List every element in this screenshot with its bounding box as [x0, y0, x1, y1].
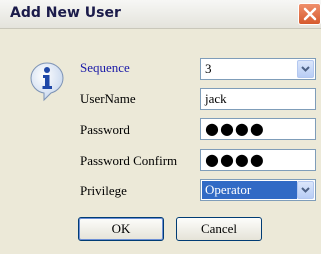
ok-button[interactable]: OK: [78, 217, 164, 241]
close-icon: [303, 7, 317, 21]
cancel-button[interactable]: Cancel: [176, 217, 262, 241]
sequence-label: Sequence: [80, 60, 130, 75]
privilege-dropdown-button[interactable]: [297, 181, 314, 199]
title-bar[interactable]: Add New User: [0, 0, 321, 29]
password-confirm-masked-value: ●●●●: [205, 150, 265, 169]
password-confirm-label: Password Confirm: [80, 153, 178, 168]
password-masked-value: ●●●●: [205, 119, 265, 138]
privilege-value: Operator: [202, 181, 297, 199]
sequence-select[interactable]: 3: [200, 58, 316, 80]
privilege-select[interactable]: Operator: [200, 179, 316, 201]
password-confirm-field[interactable]: ●●●●: [200, 149, 316, 171]
add-user-dialog: Add New User Sequence 3 UserName jack Pa…: [0, 0, 321, 254]
username-value: jack: [205, 91, 227, 106]
info-icon: [30, 62, 64, 107]
privilege-label: Privilege: [80, 183, 127, 198]
password-field[interactable]: ●●●●: [200, 118, 316, 140]
password-label: Password: [80, 122, 130, 137]
dialog-title: Add New User: [10, 5, 121, 21]
username-label: UserName: [80, 91, 136, 106]
username-field[interactable]: jack: [200, 88, 316, 110]
chevron-down-icon: [301, 187, 310, 193]
sequence-value: 3: [205, 61, 212, 76]
close-button[interactable]: [298, 3, 321, 25]
chevron-down-icon: [301, 66, 310, 72]
sequence-dropdown-button[interactable]: [297, 60, 314, 78]
